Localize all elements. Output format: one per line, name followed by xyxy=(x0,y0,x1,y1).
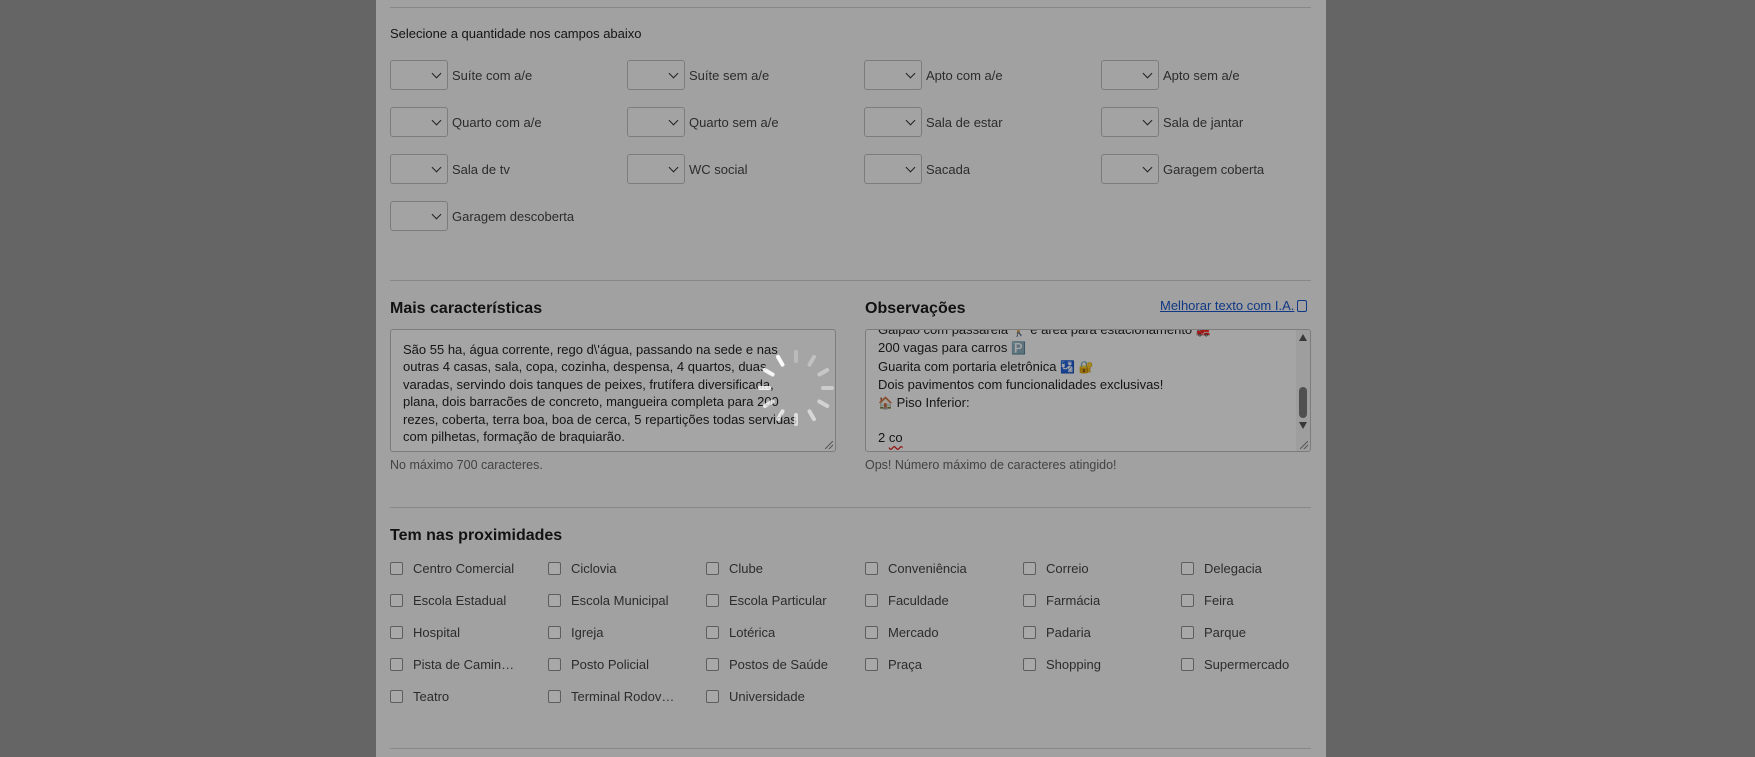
loading-overlay xyxy=(0,0,1755,757)
loading-spinner-icon xyxy=(756,348,836,428)
spinner-segment xyxy=(794,413,798,426)
spinner-segment xyxy=(806,354,817,368)
spinner-segment xyxy=(816,398,830,409)
spinner-segment xyxy=(806,408,817,422)
spinner-segment xyxy=(762,398,776,409)
spinner-segment xyxy=(775,354,786,368)
spinner-segment xyxy=(762,367,776,378)
spinner-segment xyxy=(821,386,834,390)
spinner-segment xyxy=(816,367,830,378)
spinner-segment xyxy=(775,408,786,422)
spinner-segment xyxy=(758,386,771,390)
spinner-segment xyxy=(794,350,798,363)
